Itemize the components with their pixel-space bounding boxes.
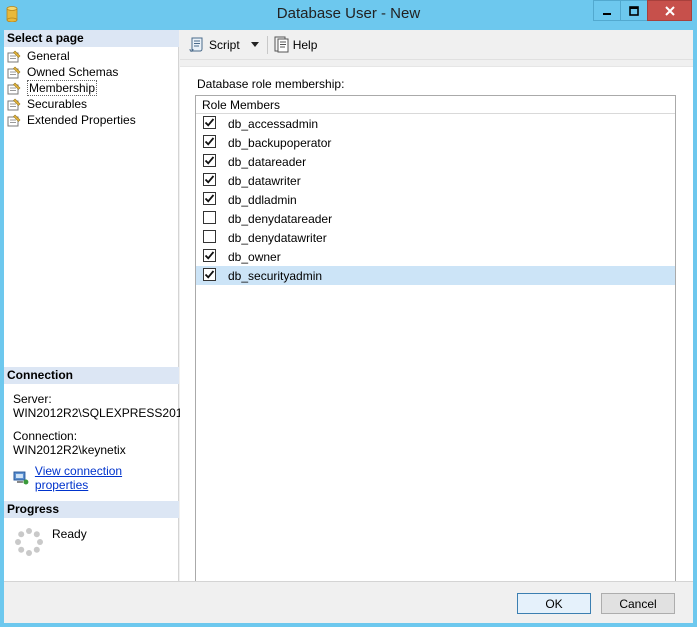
minimize-icon	[603, 12, 611, 15]
connection-label: Connection:	[13, 429, 78, 443]
role-members-grid[interactable]: Role Members db_accessadmin db_backupoper…	[195, 95, 676, 586]
role-row[interactable]: db_accessadmin	[196, 114, 675, 133]
role-label: db_denydatawriter	[228, 231, 327, 245]
script-icon	[189, 37, 203, 52]
role-membership-label: Database role membership:	[197, 77, 345, 91]
role-checkbox[interactable]	[203, 116, 216, 129]
page-label: Owned Schemas	[27, 65, 119, 79]
server-label: Server:	[13, 392, 52, 406]
left-pane: Select a page General Owned Schemas Member…	[4, 30, 189, 581]
role-row[interactable]: db_datareader	[196, 152, 675, 171]
view-connection-properties[interactable]: View connection properties	[13, 464, 178, 492]
progress-status: Ready	[52, 527, 87, 541]
script-button[interactable]: Script	[186, 34, 243, 56]
server-value: WIN2012R2\SQLEXPRESS2014	[13, 406, 190, 420]
maximize-button[interactable]	[620, 0, 648, 21]
select-page-header: Select a page	[4, 30, 179, 47]
progress-spinner-icon	[15, 528, 43, 556]
dialog-client-area: Select a page General Owned Schemas Member…	[4, 30, 693, 623]
role-row[interactable]: db_denydatawriter	[196, 228, 675, 247]
checkmark-icon	[204, 194, 215, 203]
role-checkbox[interactable]	[203, 135, 216, 148]
connection-value: WIN2012R2\keynetix	[13, 443, 126, 457]
close-button[interactable]	[647, 0, 692, 21]
dialog-window: Database User - New Select a page Genera…	[0, 0, 697, 627]
cancel-button[interactable]: Cancel	[601, 593, 675, 614]
help-label: Help	[292, 37, 318, 52]
page-wrench-icon	[7, 66, 21, 78]
role-label: db_backupoperator	[228, 136, 332, 150]
checkmark-icon	[204, 156, 215, 165]
page-wrench-icon	[7, 50, 21, 62]
role-label: db_accessadmin	[228, 117, 319, 131]
role-checkbox[interactable]	[203, 173, 216, 186]
progress-header: Progress	[4, 501, 179, 518]
checkmark-icon	[204, 118, 215, 127]
page-label: Extended Properties	[27, 113, 136, 127]
role-label: db_denydatareader	[228, 212, 333, 226]
connection-properties-icon	[13, 471, 29, 485]
checkmark-icon	[204, 251, 215, 260]
page-securables[interactable]: Securables	[7, 96, 136, 112]
role-row[interactable]: db_backupoperator	[196, 133, 675, 152]
page-general[interactable]: General	[7, 48, 136, 64]
checkmark-icon	[204, 270, 215, 279]
right-pane: Script Help Database role membership: Ro…	[180, 30, 693, 586]
role-label: db_ddladmin	[228, 193, 297, 207]
role-row[interactable]: db_datawriter	[196, 171, 675, 190]
checkmark-icon	[204, 137, 215, 146]
minimize-button[interactable]	[593, 0, 621, 21]
toolbar-separator	[266, 35, 268, 54]
toolbar: Script Help	[180, 30, 693, 60]
role-row[interactable]: db_ddladmin	[196, 190, 675, 209]
page-owned-schemas[interactable]: Owned Schemas	[7, 64, 136, 80]
help-icon	[274, 36, 289, 53]
role-row[interactable]: db_denydatareader	[196, 209, 675, 228]
role-label: db_owner	[228, 250, 281, 264]
role-rows: db_accessadmin db_backupoperator db_datare…	[196, 114, 675, 285]
page-wrench-icon	[7, 98, 21, 110]
help-button[interactable]: Help	[270, 34, 321, 56]
role-checkbox[interactable]	[203, 230, 216, 243]
view-connection-properties-link[interactable]: View connection properties	[35, 464, 178, 492]
page-membership[interactable]: Membership	[7, 80, 136, 96]
maximize-icon	[629, 5, 639, 16]
page-extended-properties[interactable]: Extended Properties	[7, 112, 136, 128]
role-checkbox[interactable]	[203, 268, 216, 281]
script-label: Script	[209, 37, 240, 52]
close-icon	[664, 5, 675, 16]
script-dropdown-icon[interactable]	[250, 42, 259, 47]
role-label: db_datawriter	[228, 174, 301, 188]
page-list: General Owned Schemas Membership Securables…	[7, 48, 136, 128]
role-label: db_securityadmin	[228, 269, 323, 283]
page-label: Membership	[27, 80, 98, 96]
dialog-footer: OK Cancel	[4, 581, 693, 623]
role-checkbox[interactable]	[203, 211, 216, 224]
membership-content: Database role membership: Role Members d…	[180, 66, 693, 586]
role-checkbox[interactable]	[203, 249, 216, 262]
page-label: General	[27, 49, 70, 63]
connection-header: Connection	[4, 367, 179, 384]
title-bar[interactable]: Database User - New	[0, 0, 697, 30]
role-row[interactable]: db_securityadmin	[196, 266, 675, 285]
role-row[interactable]: db_owner	[196, 247, 675, 266]
page-wrench-icon	[7, 82, 21, 94]
role-label: db_datareader	[228, 155, 307, 169]
ok-button[interactable]: OK	[517, 593, 591, 614]
column-header-role-members[interactable]: Role Members	[196, 96, 675, 114]
checkmark-icon	[204, 175, 215, 184]
role-checkbox[interactable]	[203, 192, 216, 205]
page-label: Securables	[27, 97, 88, 111]
page-wrench-icon	[7, 114, 21, 126]
role-checkbox[interactable]	[203, 154, 216, 167]
